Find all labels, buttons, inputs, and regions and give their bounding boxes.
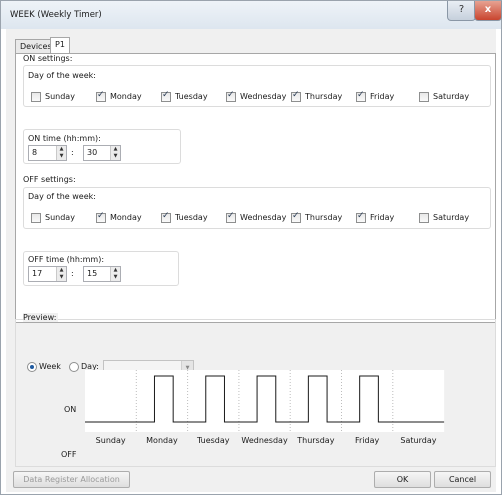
x-tick-label: Saturday (400, 436, 436, 445)
dialog-content: Devices P1 ON settings: Day of the week:… (6, 29, 496, 492)
close-button[interactable]: x (474, 1, 502, 21)
preview-chart-svg: Sunday Monday Tuesday Wednesday Thursday Frid… (85, 370, 445, 445)
x-tick-label: Sunday (96, 436, 126, 445)
x-tick-label: Wednesday (241, 436, 288, 445)
weekly-timer-dialog: WEEK (Weekly Timer) ? x Devices P1 ON se… (0, 0, 502, 495)
x-tick-label: Monday (146, 436, 178, 445)
x-tick-label: Friday (355, 436, 380, 445)
window-title: WEEK (Weekly Timer) (10, 10, 102, 20)
cancel-button[interactable]: Cancel (434, 471, 491, 488)
ok-button[interactable]: OK (374, 471, 431, 488)
close-icon: x (484, 4, 492, 15)
chart-plot-area (85, 370, 445, 432)
help-button[interactable]: ? (447, 1, 476, 21)
x-tick-label: Thursday (296, 436, 334, 445)
off-level-label: OFF (61, 450, 77, 459)
data-register-allocation-button[interactable]: Data Register Allocation (13, 471, 130, 488)
help-icon: ? (458, 4, 465, 15)
x-tick-label: Tuesday (196, 436, 230, 445)
title-bar: WEEK (Weekly Timer) ? x (1, 1, 502, 29)
